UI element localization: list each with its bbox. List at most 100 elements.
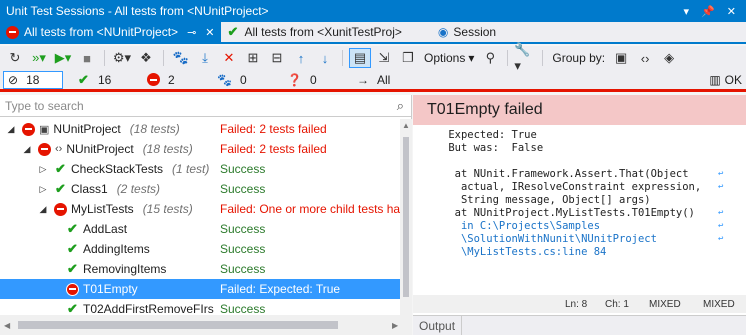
output-line: String message, Object[] args) bbox=[442, 194, 651, 206]
run-icon[interactable]: ▶▾ bbox=[52, 48, 74, 68]
passed-icon: ✔ bbox=[227, 24, 239, 39]
tree-row-class[interactable]: ▷ ✔ Class1 (2 tests) Success bbox=[0, 179, 400, 199]
tree-item-status: Success bbox=[220, 302, 266, 316]
tree-row-test[interactable]: ✔ AddingItems Success bbox=[0, 239, 400, 259]
test-tree: ◢ ▣ NUnitProject (18 tests) Failed: 2 te… bbox=[0, 119, 400, 319]
line-indicator: Ln: 8 bbox=[565, 298, 588, 310]
tree-row-solution[interactable]: ◢ ▣ NUnitProject (18 tests) Failed: 2 te… bbox=[0, 119, 400, 139]
expand-icon[interactable]: ⊞ bbox=[242, 48, 264, 68]
tree-item-status: Success bbox=[220, 182, 266, 196]
ok-indicator[interactable]: ▥ OK bbox=[705, 73, 746, 87]
pin-icon[interactable]: ⊸ bbox=[187, 26, 196, 39]
output-line: actual, IResolveConstraint expression, ↩ bbox=[442, 181, 724, 193]
ok-icon: ▥ bbox=[709, 72, 721, 87]
down-icon[interactable]: ↓ bbox=[314, 48, 336, 68]
all-icon: → bbox=[357, 72, 369, 87]
close-icon[interactable]: ✕ bbox=[205, 26, 214, 39]
output-line[interactable]: \MyListTests.cs:line 84 bbox=[442, 246, 746, 259]
tree-item-count: (2 tests) bbox=[116, 182, 161, 196]
search-input[interactable]: Type to search bbox=[5, 99, 84, 113]
stop-icon[interactable]: ■ bbox=[76, 48, 98, 68]
tree-row-namespace[interactable]: ◢ ‹› NUnitProject (18 tests) Failed: 2 t… bbox=[0, 139, 400, 159]
collapse-arrow-icon[interactable]: ◢ bbox=[36, 204, 50, 215]
tree-item-status: Success bbox=[220, 262, 266, 276]
layout-icon[interactable]: ▤ bbox=[349, 48, 371, 68]
tree-item-label: T02AddFirstRemoveFIrs bbox=[83, 302, 214, 316]
test-tree-pane: Type to search ⌕ ◢ ▣ NUnitProject (18 te… bbox=[0, 95, 412, 335]
group-namespace-icon[interactable]: ‹› bbox=[634, 48, 656, 68]
filter-passed[interactable]: ✔ 16 bbox=[73, 72, 143, 88]
wrench-icon[interactable]: 🔧▾ bbox=[514, 42, 536, 73]
tab-nunit-session[interactable]: All tests from <NUnitProject> ⊸ ✕ bbox=[0, 22, 221, 42]
export-icon[interactable]: ⇲ bbox=[373, 48, 395, 68]
output-line[interactable]: \SolutionWithNunit\NUnitProject ↩ bbox=[442, 233, 746, 246]
tree-item-status: Failed: One or more child tests ha bbox=[220, 202, 401, 216]
tree-item-label: Class1 bbox=[71, 182, 108, 196]
failed-icon bbox=[38, 142, 51, 156]
run-all-icon[interactable]: »▾ bbox=[28, 48, 50, 68]
filter-failed[interactable]: 2 bbox=[143, 73, 213, 87]
group-project-icon[interactable]: ▣ bbox=[610, 48, 632, 68]
copy-icon[interactable]: ❐ bbox=[397, 48, 419, 68]
filter-ignored[interactable]: 🐾 0 bbox=[213, 73, 283, 87]
passed-icon: ✔ bbox=[67, 261, 78, 276]
failed-icon bbox=[22, 122, 35, 136]
tree-row-class[interactable]: ▷ ✔ CheckStackTests (1 test) Success bbox=[0, 159, 400, 179]
tab-output[interactable]: Output bbox=[413, 315, 463, 335]
up-icon[interactable]: ↑ bbox=[290, 48, 312, 68]
dropdown-icon[interactable]: ▾ bbox=[684, 5, 690, 18]
options-menu[interactable]: Options ▾ bbox=[421, 51, 477, 65]
tree-item-label: RemovingItems bbox=[83, 262, 167, 276]
tree-row-class[interactable]: ◢ MyListTests (15 tests) Failed: One or … bbox=[0, 199, 401, 219]
tree-row-test[interactable]: ✔ AddLast Success bbox=[0, 219, 400, 239]
tree-row-test[interactable]: ✔ RemovingItems Success bbox=[0, 259, 400, 279]
filter-unknown[interactable]: ❓ 0 bbox=[283, 73, 353, 87]
refresh-icon[interactable]: ↻ bbox=[4, 48, 26, 68]
failed-icon bbox=[66, 282, 79, 296]
search-box[interactable]: Type to search ⌕ bbox=[0, 95, 412, 117]
collapse-arrow-icon[interactable]: ◢ bbox=[4, 124, 18, 135]
passed-icon: ✔ bbox=[55, 161, 66, 176]
tree-item-label: NUnitProject bbox=[53, 122, 121, 136]
output-line: at NUnitProject.MyListTests.T01Empty() ↩ bbox=[442, 207, 724, 219]
expand-arrow-icon[interactable]: ▷ bbox=[36, 164, 50, 175]
tree-row-test-selected[interactable]: T01Empty Failed: Expected: True bbox=[0, 279, 400, 299]
collapse-icon[interactable]: ⊟ bbox=[266, 48, 288, 68]
passed-icon: ✔ bbox=[78, 71, 89, 87]
tree-item-status: Success bbox=[220, 222, 266, 236]
vertical-scrollbar[interactable]: ▲ bbox=[400, 119, 412, 335]
collapse-arrow-icon[interactable]: ◢ bbox=[20, 144, 34, 155]
scroll-left-icon[interactable]: ◀ bbox=[4, 321, 10, 330]
search-icon[interactable]: ⌕ bbox=[397, 98, 404, 114]
scrollbar-thumb[interactable] bbox=[403, 137, 409, 297]
info-icon: ◉ bbox=[437, 25, 449, 39]
tab-xunit-session[interactable]: ✔ All tests from <XunitTestProj> bbox=[221, 22, 408, 42]
ignored-icon: 🐾 bbox=[217, 72, 232, 87]
test-details-pane: T01Empty failed Expected: True But was: … bbox=[413, 95, 746, 335]
wrap-icon: ↩ bbox=[718, 208, 724, 218]
remove-icon[interactable]: ✕ bbox=[218, 48, 240, 68]
group-class-icon[interactable]: ◈ bbox=[658, 48, 680, 68]
tree-item-status: Success bbox=[220, 242, 266, 256]
pin-icon[interactable]: 📌 bbox=[701, 5, 715, 18]
tab-session[interactable]: ◉ Session bbox=[432, 22, 502, 42]
output-line: Expected: True bbox=[442, 129, 537, 141]
failed-icon bbox=[6, 25, 19, 39]
wrap-icon: ↩ bbox=[718, 221, 724, 231]
expand-arrow-icon[interactable]: ▷ bbox=[36, 184, 50, 195]
scroll-right-icon[interactable]: ▶ bbox=[392, 321, 398, 330]
close-icon[interactable]: ✕ bbox=[727, 5, 736, 18]
filter-icon[interactable]: ⚲ bbox=[479, 48, 501, 68]
paw-icon[interactable]: 🐾 bbox=[170, 48, 192, 68]
wrap-icon: ↩ bbox=[718, 169, 724, 179]
output-line[interactable]: in C:\Projects\Samples ↩ bbox=[442, 220, 746, 233]
filter-total[interactable]: ⊘ 18 bbox=[3, 70, 63, 89]
horizontal-scrollbar[interactable]: ◀ ▶ bbox=[0, 315, 412, 335]
test-counts-bar: ⊘ 18 ✔ 16 2 🐾 0 ❓ 0 → All ▥ OK bbox=[0, 70, 746, 92]
track-icon[interactable]: ❖ bbox=[135, 48, 157, 68]
build-icon[interactable]: ⚙▾ bbox=[111, 48, 133, 68]
scrollbar-thumb[interactable] bbox=[18, 321, 338, 329]
filter-all[interactable]: → All bbox=[353, 73, 423, 87]
download-icon[interactable]: ⤓ bbox=[194, 48, 216, 68]
scroll-up-icon[interactable]: ▲ bbox=[402, 121, 410, 130]
